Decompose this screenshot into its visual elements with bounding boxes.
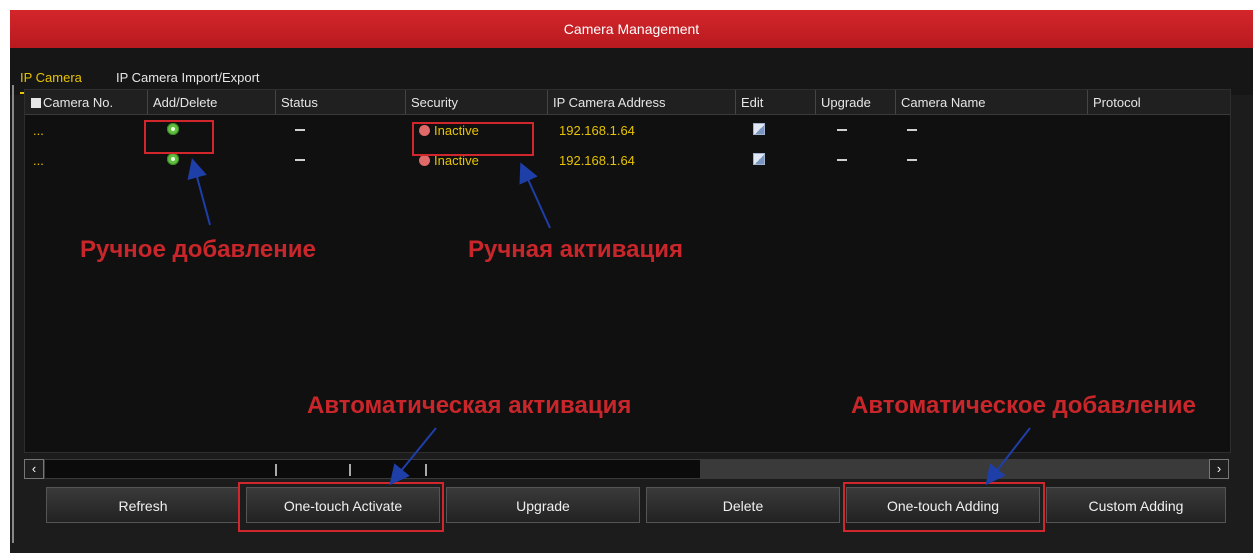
arrow-auto-activate xyxy=(389,427,437,486)
arrow-manual-add xyxy=(187,158,211,226)
arrow-auto-add xyxy=(985,427,1031,486)
arrow-manual-activate xyxy=(519,162,551,229)
annotation-arrows xyxy=(187,158,1031,486)
